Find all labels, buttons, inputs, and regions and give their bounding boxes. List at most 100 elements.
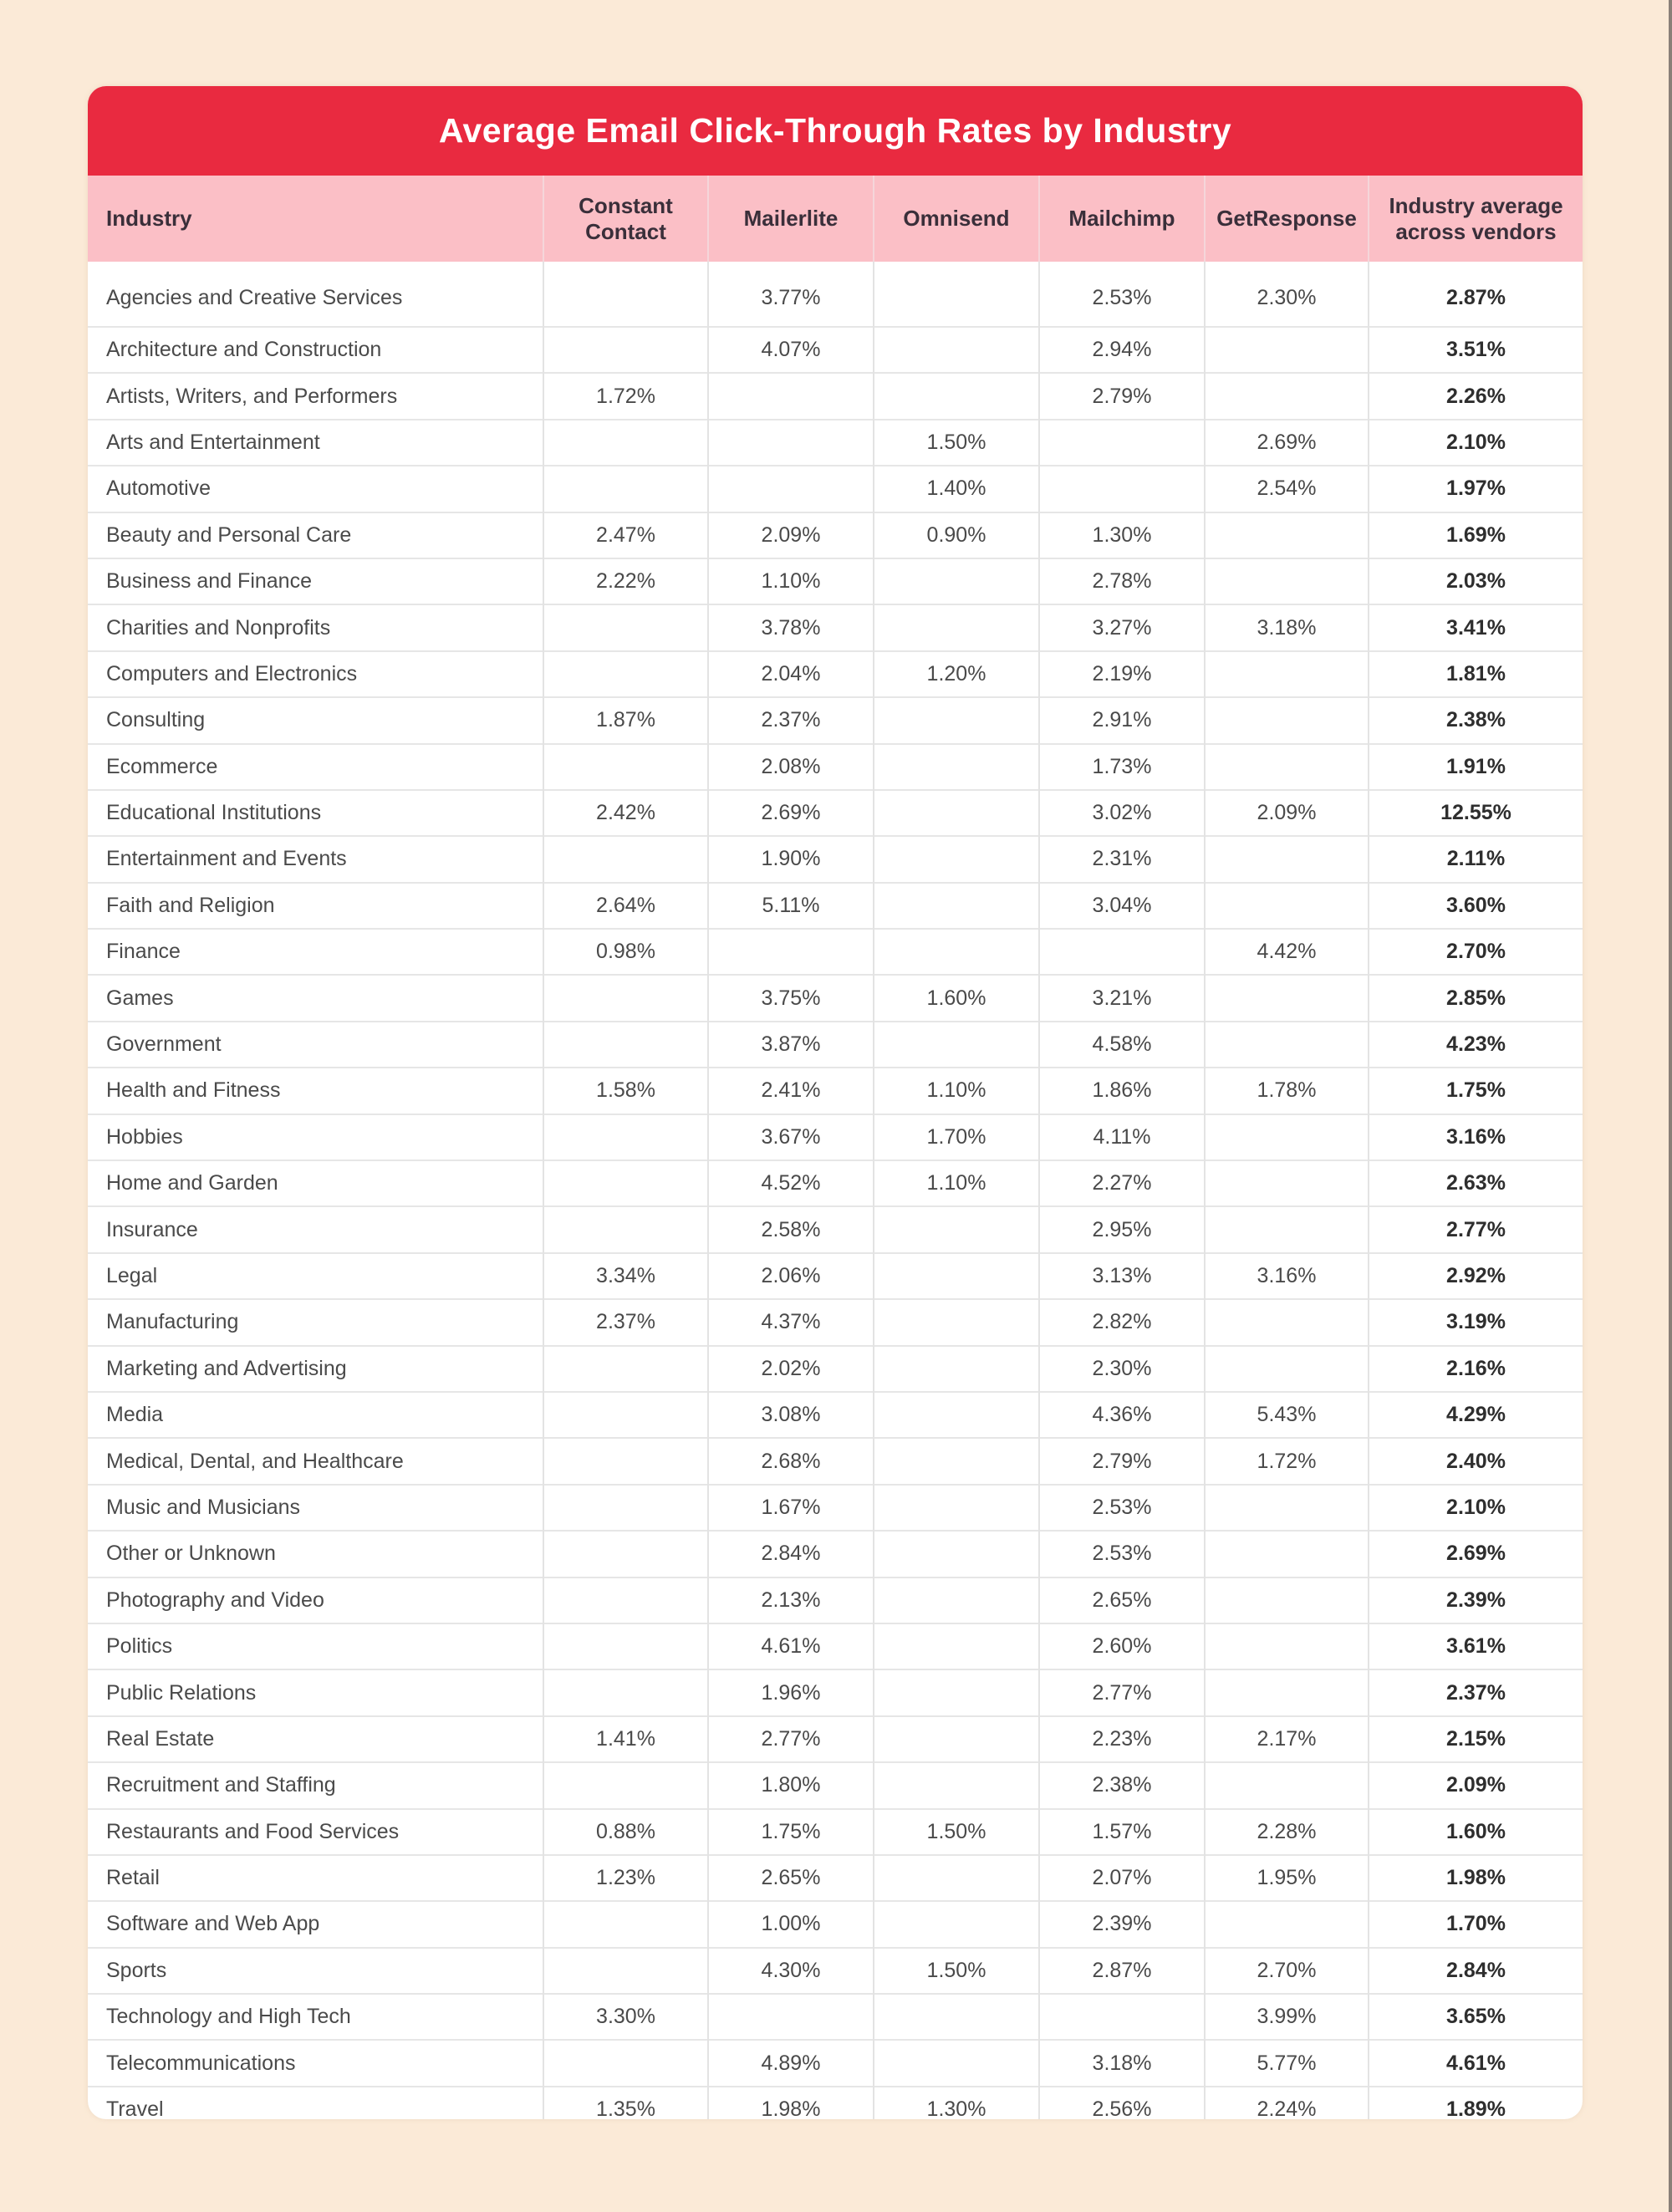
vendor-rate-cell	[873, 1205, 1039, 1253]
vendor-rate-cell: 2.84%	[707, 1530, 874, 1577]
vendor-rate-cell: 1.58%	[543, 1067, 708, 1114]
industry-name-cell: Hobbies	[88, 1113, 543, 1161]
vendor-rate-cell: 4.42%	[1204, 928, 1369, 976]
industry-average-cell: 4.61%	[1368, 2039, 1583, 2087]
industry-name-cell: Home and Garden	[88, 1160, 543, 1207]
industry-average-cell: 12.55%	[1368, 788, 1583, 837]
vendor-rate-cell: 3.27%	[1038, 604, 1205, 651]
industry-name-cell: Insurance	[88, 1205, 543, 1253]
vendor-rate-cell	[873, 1390, 1039, 1439]
vendor-rate-cell: 1.40%	[873, 465, 1039, 512]
vendor-rate-cell: 2.37%	[707, 696, 874, 744]
industry-average-cell: 3.61%	[1368, 1622, 1583, 1670]
industry-name-cell: Educational Institutions	[88, 788, 543, 837]
vendor-rate-cell	[1204, 372, 1369, 420]
vendor-rate-cell	[873, 1251, 1039, 1300]
vendor-rate-cell	[873, 1437, 1039, 1485]
vendor-rate-cell: 1.80%	[707, 1761, 874, 1809]
table-row: Artists, Writers, and Performers 1.72% 2.7…	[88, 372, 1583, 420]
vendor-rate-cell: 0.90%	[873, 511, 1039, 558]
industry-name-cell: Restaurants and Food Services	[88, 1807, 543, 1855]
vendor-rate-cell	[1204, 1113, 1369, 1161]
vendor-rate-cell	[543, 1390, 708, 1439]
vendor-rate-cell: 3.75%	[707, 974, 874, 1022]
industry-name-cell: Agencies and Creative Services	[106, 286, 403, 309]
vendor-rate-cell	[873, 1761, 1039, 1809]
industry-average-cell: 1.89%	[1368, 2085, 1583, 2119]
vendor-rate-cell: 1.00%	[707, 1900, 874, 1948]
vendor-rate-cell	[543, 262, 708, 327]
vendor-rate-cell	[873, 1020, 1039, 1068]
vendor-rate-cell	[873, 1483, 1039, 1532]
industry-name-cell: Retail	[88, 1853, 543, 1902]
vendor-rate-cell	[1038, 418, 1205, 466]
vendor-rate-cell: 2.64%	[543, 881, 708, 930]
vendor-rate-cell	[1204, 835, 1369, 883]
industry-name-cell: Health and Fitness	[88, 1067, 543, 1114]
vendor-rate-cell	[543, 1344, 708, 1392]
vendor-rate-cell: 0.88%	[543, 1807, 708, 1855]
industry-average-cell: 3.65%	[1368, 1993, 1583, 2041]
industry-name-cell: Recruitment and Staffing	[88, 1761, 543, 1809]
vendor-rate-cell	[873, 1669, 1039, 1716]
table-row: Politics 4.61% 2.60% 3.61%	[88, 1622, 1583, 1670]
industry-average-cell: 2.10%	[1368, 1483, 1583, 1532]
vendor-rate-cell: 5.11%	[707, 881, 874, 930]
industry-average-cell: 2.15%	[1368, 1715, 1583, 1763]
vendor-rate-cell: 2.24%	[1204, 2085, 1369, 2119]
vendor-rate-cell	[1204, 696, 1369, 744]
vendor-rate-cell	[707, 418, 874, 466]
industry-average-cell: 2.87%	[1368, 262, 1583, 327]
vendor-rate-cell	[873, 835, 1039, 883]
vendor-rate-cell: 1.50%	[873, 1946, 1039, 1995]
industry-name-cell: Software and Web App	[88, 1900, 543, 1948]
vendor-rate-cell	[543, 325, 708, 374]
vendor-rate-cell: 1.50%	[873, 418, 1039, 466]
vendor-rate-cell	[873, 262, 1039, 327]
vendor-rate-cell	[543, 1761, 708, 1809]
ctr-table: Industry Constant Contact Mailerlite Omnise…	[88, 176, 1583, 2119]
vendor-rate-cell	[707, 1993, 874, 2041]
column-header-getresponse: GetResponse	[1204, 176, 1369, 262]
vendor-rate-cell	[873, 1344, 1039, 1392]
vendor-rate-cell	[543, 2039, 708, 2087]
vendor-rate-cell: 2.91%	[1038, 696, 1205, 744]
table-row: Retail 1.23% 2.65% 2.07% 1.95% 1.98%	[88, 1853, 1583, 1902]
vendor-rate-cell	[1204, 1298, 1369, 1346]
vendor-rate-cell: 1.60%	[873, 974, 1039, 1022]
industry-name-cell: Manufacturing	[88, 1298, 543, 1346]
vendor-rate-cell	[543, 1113, 708, 1161]
vendor-rate-cell	[543, 835, 708, 883]
vendor-rate-cell	[873, 1993, 1039, 2041]
vendor-rate-cell	[1038, 928, 1205, 976]
vendor-rate-cell: 2.41%	[707, 1067, 874, 1114]
industry-name-cell: Media	[88, 1390, 543, 1439]
industry-name-cell: Travel	[88, 2085, 543, 2119]
vendor-rate-cell	[1204, 881, 1369, 930]
vendor-rate-cell: 4.30%	[707, 1946, 874, 1995]
vendor-rate-cell	[543, 1576, 708, 1623]
table-row: Legal 3.34% 2.06% 3.13% 3.16% 2.92%	[88, 1251, 1583, 1300]
vendor-rate-cell: 2.30%	[1204, 262, 1369, 327]
vendor-rate-cell: 2.65%	[1038, 1576, 1205, 1623]
industry-name-cell: Computers and Electronics	[88, 650, 543, 698]
industry-average-cell: 2.69%	[1368, 1530, 1583, 1577]
vendor-rate-cell: 3.13%	[1038, 1251, 1205, 1300]
vendor-rate-cell	[873, 1530, 1039, 1577]
table-row: Marketing and Advertising 2.02% 2.30% 2.16%	[88, 1344, 1583, 1392]
table-row: Recruitment and Staffing 1.80% 2.38% 2.09%	[88, 1761, 1583, 1809]
vendor-rate-cell: 2.42%	[543, 788, 708, 837]
table-row: Agencies and Creative Services 3.77% 2.53%…	[88, 262, 1583, 327]
industry-average-cell: 1.69%	[1368, 511, 1583, 558]
vendor-rate-cell	[873, 325, 1039, 374]
industry-name-cell: Public Relations	[88, 1669, 543, 1716]
vendor-rate-cell	[1204, 1530, 1369, 1577]
industry-average-cell: 1.98%	[1368, 1853, 1583, 1902]
vendor-rate-cell	[1204, 1205, 1369, 1253]
vendor-rate-cell	[543, 418, 708, 466]
vendor-rate-cell	[873, 1576, 1039, 1623]
vendor-rate-cell: 3.30%	[543, 1993, 708, 2041]
vendor-rate-cell: 1.90%	[707, 835, 874, 883]
industry-average-cell: 1.75%	[1368, 1067, 1583, 1114]
vendor-rate-cell: 0.98%	[543, 928, 708, 976]
